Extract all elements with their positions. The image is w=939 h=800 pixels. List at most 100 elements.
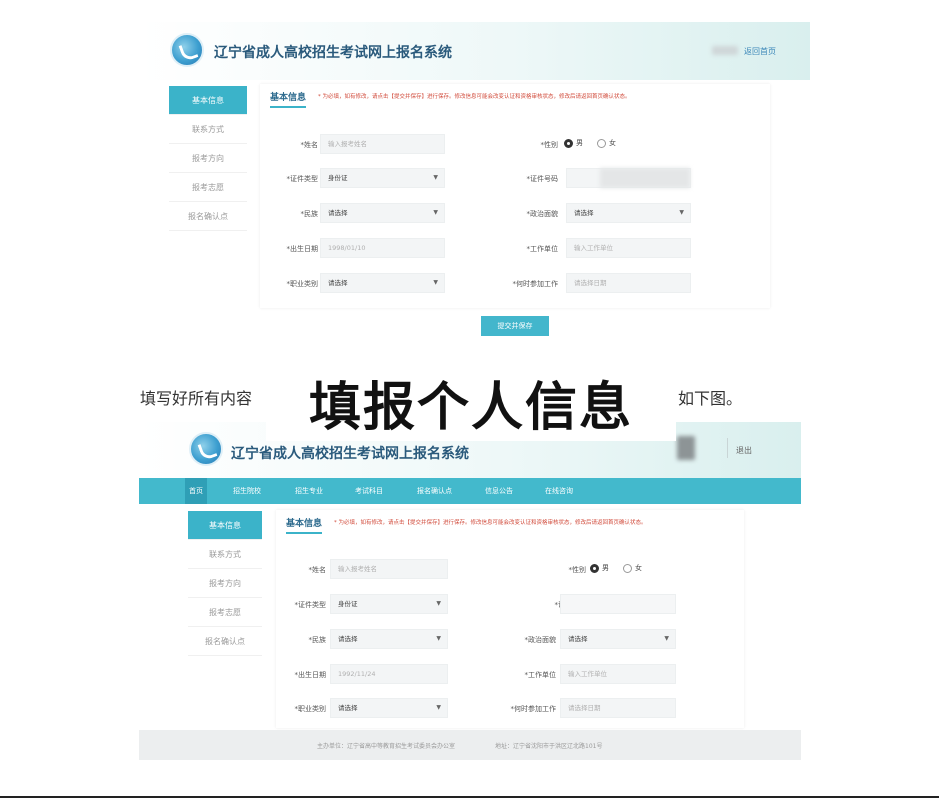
system-title: 辽宁省成人高校招生考试网上报名系统 [231,446,469,462]
id-type-value: 身份证 [338,600,358,608]
chevron-down-icon: ▼ [436,635,441,642]
sidebar-item-direction[interactable]: 报考方向 [169,144,247,173]
gender-female-radio[interactable] [623,563,632,573]
politics-value: 请选择 [574,209,594,217]
sidebar-item-contact[interactable]: 联系方式 [169,115,247,144]
id-type-label: *证件类型 [286,175,319,183]
system-title: 辽宁省成人高校招生考试网上报名系统 [214,45,452,61]
gender-female-label: 女 [609,139,616,147]
occupation-select[interactable]: 请选择 ▼ [320,273,445,293]
chevron-down-icon: ▼ [436,600,441,607]
work-start-input[interactable]: 请选择日期 [566,273,691,293]
form-panel: 基本信息 * 为必填，如有修改，请点击【提交并保存】进行保存。修改信息可能会改变… [260,84,770,308]
user-name-blurred [712,46,738,55]
birth-date-input[interactable]: 1992/11/24 [330,664,448,684]
occupation-select[interactable]: 请选择 ▼ [330,698,448,718]
divider-line [0,796,939,798]
ethnicity-select[interactable]: 请选择 ▼ [330,629,448,649]
employer-label: *工作单位 [526,245,559,253]
chevron-down-icon: ▼ [436,704,441,711]
gender-label: *性别 [540,141,559,149]
gender-male-radio[interactable] [564,138,573,148]
id-number-input[interactable] [560,594,676,614]
sidebar-item-preference[interactable]: 报考志愿 [188,598,262,627]
ethnicity-select[interactable]: 请选择 ▼ [320,203,445,223]
form-panel: 基本信息 * 为必填，如有修改，请点击【提交并保存】进行保存。修改信息可能会改变… [276,510,744,728]
employer-input[interactable]: 输入工作单位 [560,664,676,684]
ethnicity-value: 请选择 [328,209,348,217]
birth-label: *出生日期 [294,671,327,679]
gender-male-radio[interactable] [590,563,599,573]
occupation-value: 请选择 [338,704,358,712]
sidebar: 基本信息 联系方式 报考方向 报考志愿 报名确认点 [188,511,262,656]
id-type-label: *证件类型 [294,601,327,609]
notice-text: * 为必填，如有修改，请点击【提交并保存】进行保存。修改信息可能会改变认证和资格… [318,94,631,100]
user-avatar-blurred [677,436,695,460]
logout-link[interactable]: 退出 [736,445,752,456]
gender-female-radio[interactable] [597,138,606,148]
nav-subjects[interactable]: 考试科目 [355,486,383,496]
politics-label: *政治面貌 [524,636,557,644]
nav-schools[interactable]: 招生院校 [233,486,261,496]
sidebar-item-confirm-point[interactable]: 报名确认点 [169,202,247,231]
chevron-down-icon: ▼ [664,635,669,642]
instruction-text-right: 如下图。 [678,389,743,408]
chevron-down-icon: ▼ [433,209,438,216]
header-divider [727,438,728,458]
bottom-screenshot: 辽宁省成人高校招生考试网上报名系统 退出 首页 招生院校 招生专业 考试科目 报… [139,422,801,760]
section-title: 基本信息 [270,90,307,108]
top-screenshot: 辽宁省成人高校招生考试网上报名系统 返回首页 基本信息 联系方式 报考方向 报考… [140,22,810,344]
name-input[interactable]: 输入报考姓名 [320,134,445,154]
occupation-label: *职业类别 [294,705,327,713]
gender-male-label: 男 [602,564,609,572]
politics-select[interactable]: 请选择 ▼ [560,629,676,649]
work-start-label: *何时参加工作 [512,280,559,288]
name-label: *姓名 [300,141,319,149]
chevron-down-icon: ▼ [433,279,438,286]
politics-value: 请选择 [568,635,588,643]
occupation-label: *职业类别 [286,280,319,288]
header: 辽宁省成人高校招生考试网上报名系统 返回首页 [140,22,810,80]
ethnicity-label: *民族 [300,210,319,218]
main-nav: 首页 招生院校 招生专业 考试科目 报名确认点 信息公告 在线咨询 [139,478,801,504]
home-link[interactable]: 返回首页 [744,46,776,57]
chevron-down-icon: ▼ [433,174,438,181]
sidebar-item-basic-info[interactable]: 基本信息 [169,86,247,115]
politics-label: *政治面貌 [526,210,559,218]
sidebar-item-basic-info[interactable]: 基本信息 [188,511,262,540]
work-start-label: *何时参加工作 [510,705,557,713]
sidebar-item-direction[interactable]: 报考方向 [188,569,262,598]
sidebar: 基本信息 联系方式 报考方向 报考志愿 报名确认点 [169,86,247,231]
sidebar-item-confirm-point[interactable]: 报名确认点 [188,627,262,656]
gender-radio-group: 男 女 [564,138,616,148]
employer-input[interactable]: 输入工作单位 [566,238,691,258]
name-input[interactable]: 输入报考姓名 [330,559,448,579]
chevron-down-icon: ▼ [679,209,684,216]
submit-save-button[interactable]: 提交并保存 [481,316,549,336]
politics-select[interactable]: 请选择 ▼ [566,203,691,223]
nav-announcements[interactable]: 信息公告 [485,486,513,496]
sidebar-item-contact[interactable]: 联系方式 [188,540,262,569]
instruction-text-left: 填写好所有内容 [140,389,253,408]
birth-date-input[interactable]: 1998/01/10 [320,238,445,258]
id-type-value: 身份证 [328,174,348,182]
employer-label: *工作单位 [524,671,557,679]
ethnicity-label: *民族 [308,636,327,644]
footer: 主办单位：辽宁省高中等教育招生考试委员会办公室 地址：辽宁省沈阳市于洪区辽北路1… [139,730,801,760]
nav-consult[interactable]: 在线咨询 [545,486,573,496]
id-number-redacted [600,168,690,188]
section-title: 基本信息 [286,516,323,534]
id-type-select[interactable]: 身份证 ▼ [330,594,448,614]
nav-majors[interactable]: 招生专业 [295,486,323,496]
sidebar-item-preference[interactable]: 报考志愿 [169,173,247,202]
id-type-select[interactable]: 身份证 ▼ [320,168,445,188]
notice-text: * 为必填，如有修改，请点击【提交并保存】进行保存。修改信息可能会改变认证和资格… [334,520,647,526]
footer-organizer: 主办单位：辽宁省高中等教育招生考试委员会办公室 [317,743,456,750]
logo-icon [189,432,223,466]
caption-box: 填报个人信息 [266,359,676,441]
nav-home[interactable]: 首页 [185,478,207,504]
nav-confirm-points[interactable]: 报名确认点 [417,486,452,496]
work-start-input[interactable]: 请选择日期 [560,698,676,718]
footer-address: 地址：辽宁省沈阳市于洪区辽北路101号 [495,743,603,750]
occupation-value: 请选择 [328,279,348,287]
